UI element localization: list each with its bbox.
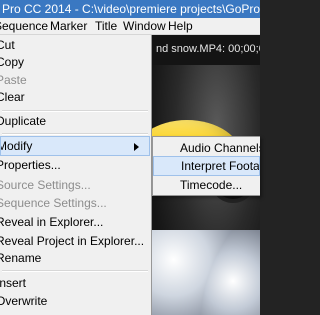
clip-name-label: nd snow.MP4: 00;00;00;00	[156, 43, 260, 55]
menu-title[interactable]: Title	[93, 18, 119, 35]
menu-bar: Sequence Marker Title Window Help	[0, 18, 260, 35]
submenu-item-audio-channels[interactable]: Audio Channels...	[153, 138, 260, 158]
submenu-item-interpret-footage[interactable]: Interpret Footage...	[153, 156, 260, 176]
menu-item-duplicate[interactable]: Duplicate	[0, 111, 146, 131]
menu-item-insert[interactable]: Insert	[0, 273, 146, 293]
menu-item-clear[interactable]: Clear	[0, 87, 146, 107]
window-titlebar: Pro CC 2014 - C:\video\premiere projects…	[0, 0, 260, 18]
menu-item-sequence-settings: Sequence Settings...	[0, 196, 107, 210]
menu-window[interactable]: Window	[121, 18, 168, 35]
menu-separator	[2, 133, 148, 135]
submenu-arrow-icon	[134, 143, 139, 151]
submenu-item-timecode[interactable]: Timecode...	[153, 175, 260, 195]
menu-item-reveal-in-explorer[interactable]: Reveal in Explorer...	[0, 212, 146, 232]
menu-item-overwrite[interactable]: Overwrite	[0, 291, 146, 311]
menu-item-modify[interactable]: Modify	[0, 136, 150, 156]
menu-marker[interactable]: Marker	[48, 18, 89, 35]
snow-image	[152, 230, 260, 315]
window-title: Pro CC 2014 - C:\video\premiere projects…	[2, 2, 260, 16]
menu-item-copy[interactable]: Copy	[0, 52, 146, 72]
menu-item-modify-label: Modify	[0, 139, 33, 153]
menu-help[interactable]: Help	[166, 18, 195, 35]
menu-item-properties[interactable]: Properties...	[0, 155, 146, 175]
modify-submenu: Audio Channels... Interpret Footage... T…	[152, 136, 260, 196]
menu-separator	[2, 270, 148, 272]
menu-sequence[interactable]: Sequence	[0, 18, 50, 35]
menu-item-source-settings: Source Settings...	[0, 178, 91, 192]
menu-item-rename[interactable]: Rename	[0, 248, 146, 268]
context-menu: Cut Copy Paste Clear Duplicate Modify Pr…	[0, 35, 152, 315]
